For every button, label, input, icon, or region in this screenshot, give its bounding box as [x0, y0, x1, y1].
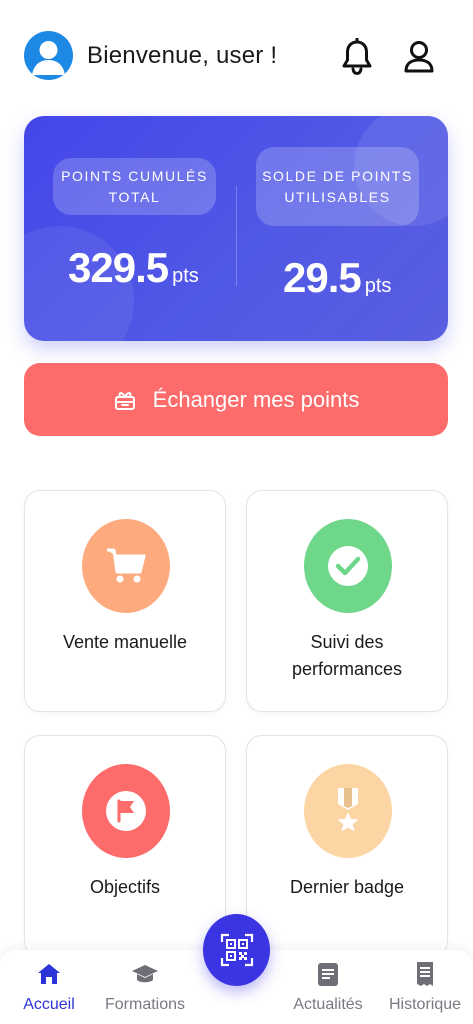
total-points-label: POINTS CUMULÉS TOTAL: [53, 158, 216, 215]
avatar[interactable]: [24, 31, 73, 80]
exchange-points-button[interactable]: Échanger mes points: [24, 363, 448, 436]
tile-icon-circle: [82, 519, 170, 613]
gift-icon: [114, 391, 135, 410]
usable-points-value: 29.5 pts: [283, 254, 391, 302]
nav-label: Accueil: [23, 996, 75, 1013]
tile-performance[interactable]: Suivi des performances: [246, 490, 448, 712]
tile-label: Dernier badge: [289, 877, 405, 897]
tile-objectives[interactable]: Objectifs: [24, 735, 226, 957]
header: Bienvenue, user !: [0, 0, 473, 115]
nav-item-history[interactable]: Historique: [386, 950, 464, 1024]
tile-last-badge[interactable]: Dernier badge: [246, 735, 448, 957]
tile-icon-circle: [304, 764, 392, 858]
tile-label: Objectifs: [89, 877, 161, 897]
notifications-button[interactable]: [340, 37, 374, 76]
graduation-cap-icon: [132, 965, 158, 983]
qr-code-icon: [220, 933, 253, 967]
usable-points-label: SOLDE DE POINTS UTILISABLES: [256, 147, 419, 226]
bell-icon: [342, 37, 372, 76]
user-avatar-icon: [32, 41, 65, 75]
home-icon: [38, 964, 60, 984]
check-circle-icon: [328, 546, 368, 586]
news-icon: [318, 963, 338, 986]
card-divider: [236, 186, 237, 286]
user-outline-icon: [404, 41, 434, 73]
nav-item-formations[interactable]: Formations: [100, 950, 190, 1024]
nav-item-news[interactable]: Actualités: [290, 950, 366, 1024]
usable-points-number: 29.5: [283, 254, 362, 301]
tile-manual-sale[interactable]: Vente manuelle: [24, 490, 226, 712]
medal-icon: [337, 788, 359, 832]
nav-label: Formations: [104, 996, 186, 1013]
nav-label: Historique: [388, 996, 462, 1013]
greeting-text: Bienvenue, user !: [87, 42, 278, 69]
receipt-icon: [417, 962, 433, 986]
usable-points-unit: pts: [364, 275, 392, 297]
tile-label: Suivi des performances: [291, 632, 403, 679]
flag-icon: [106, 791, 146, 831]
exchange-points-label: Échanger mes points: [152, 386, 360, 412]
total-points-number: 329.5: [68, 244, 169, 291]
points-card: POINTS CUMULÉS TOTAL 329.5 pts SOLDE DE P…: [24, 116, 448, 341]
home-screen: Bienvenue, user ! POINTS CUMULÉS TOTAL 3…: [0, 0, 473, 1024]
profile-button[interactable]: [402, 38, 436, 76]
nav-item-home[interactable]: Accueil: [18, 950, 80, 1024]
nav-label: Actualités: [293, 996, 363, 1013]
tile-icon-circle: [82, 764, 170, 858]
tile-label: Vente manuelle: [62, 632, 188, 652]
tile-icon-circle: [304, 519, 392, 613]
cart-icon: [107, 548, 146, 583]
total-points-unit: pts: [172, 265, 199, 287]
scan-qr-button[interactable]: [203, 914, 270, 986]
total-points-value: 329.5 pts: [68, 244, 199, 292]
